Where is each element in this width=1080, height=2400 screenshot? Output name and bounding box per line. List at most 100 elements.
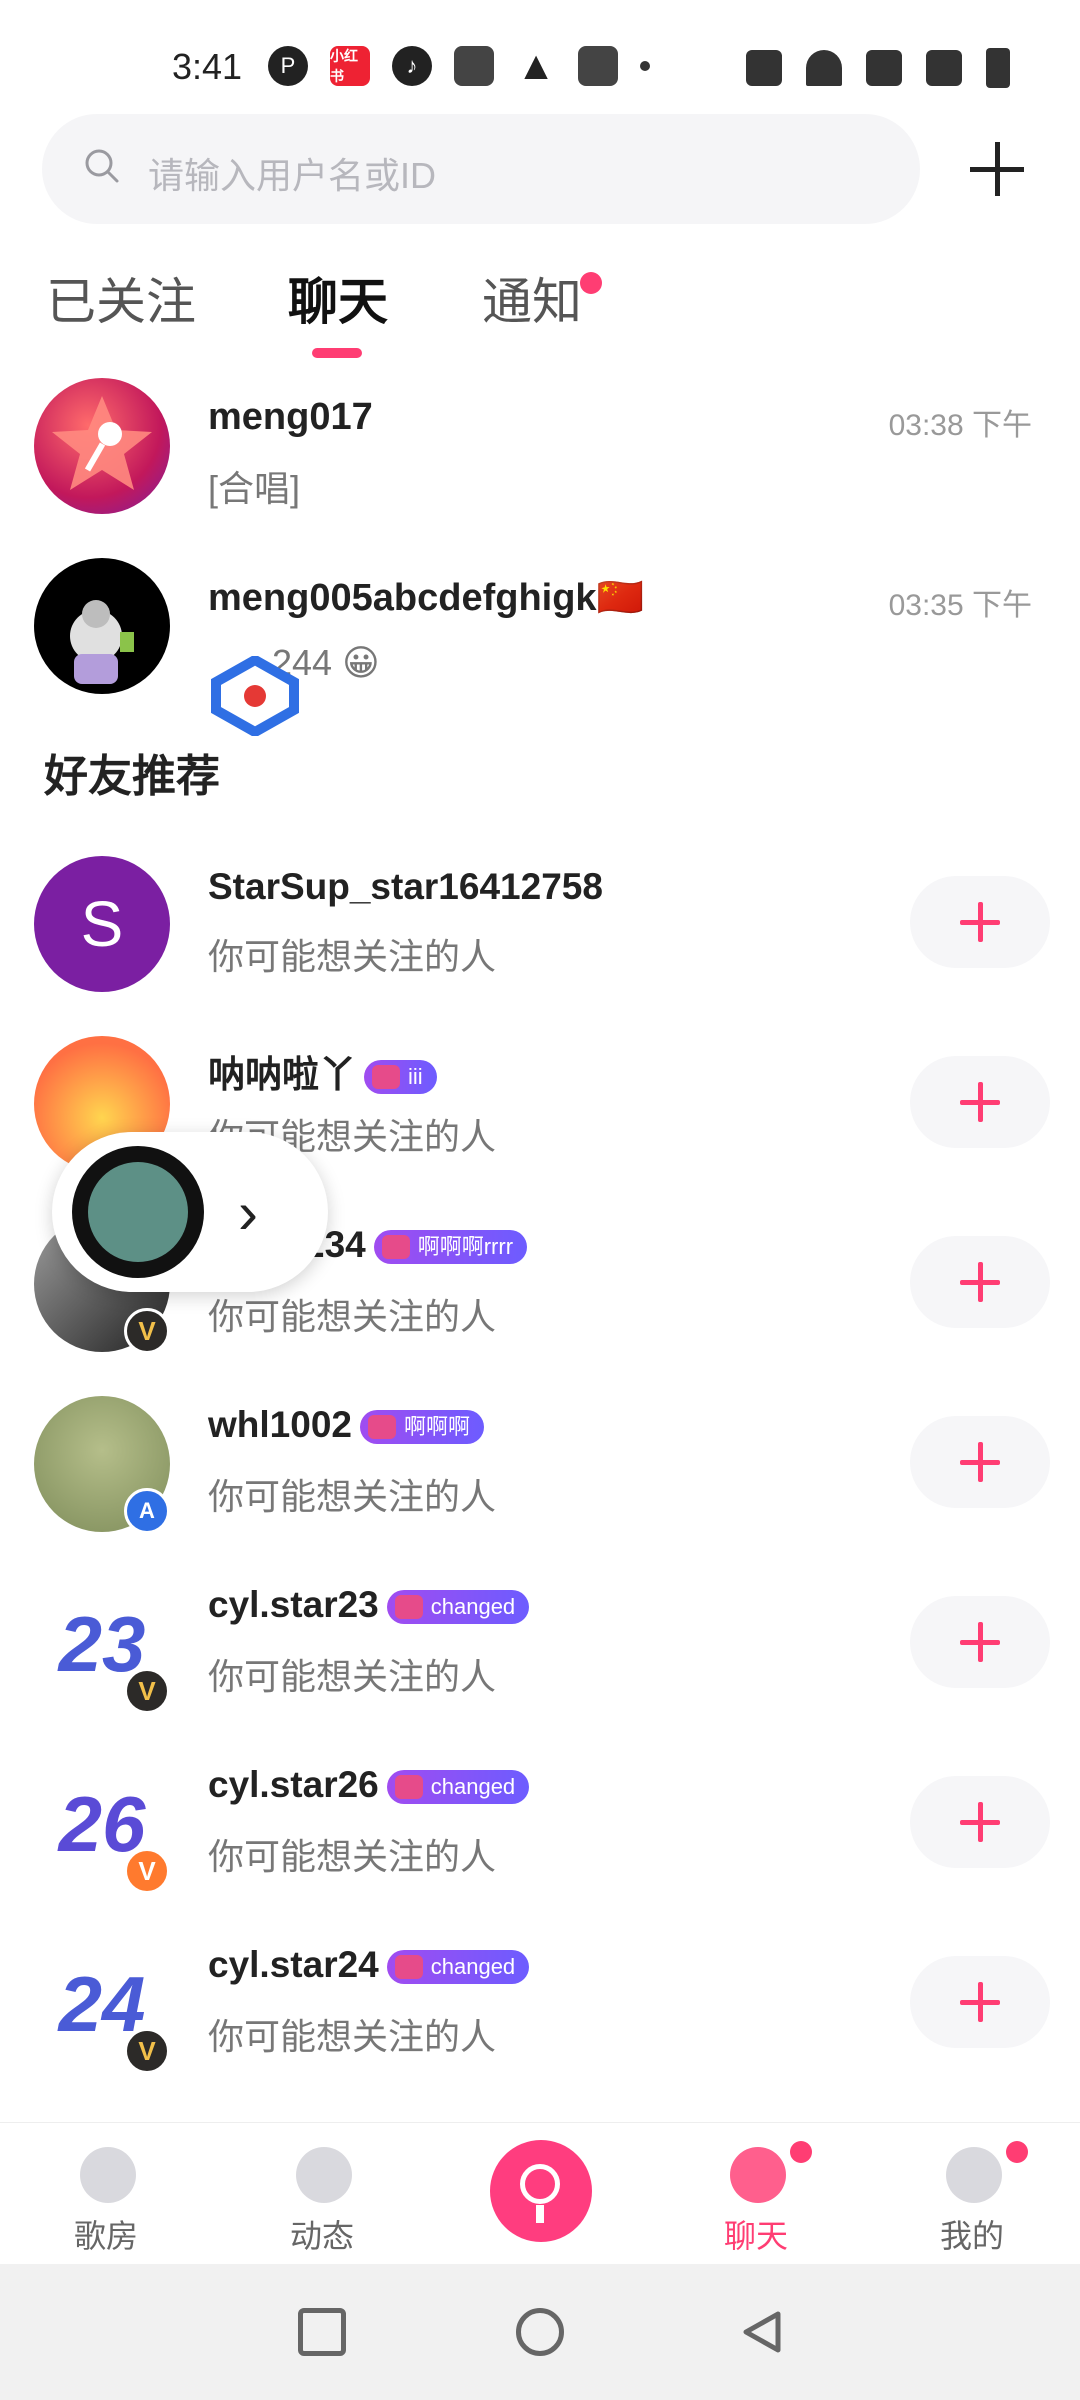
level-badge: changed — [386, 1590, 530, 1625]
wallet-icon — [454, 46, 494, 86]
recommend-name-text: cyl.star26 — [208, 1764, 379, 1805]
star-mic-icon — [52, 396, 152, 490]
sing-center-button[interactable] — [490, 2140, 592, 2242]
no-signal-icon — [926, 50, 962, 86]
badge-label: 啊啊啊 — [403, 1414, 470, 1440]
follow-button[interactable] — [910, 1236, 1050, 1328]
alert-icon: ▲ — [516, 43, 556, 88]
recommend-name-text: StarSup_star16412758 — [208, 866, 603, 907]
recommend-name-text: cyl.star23 — [208, 1584, 379, 1625]
follow-button[interactable] — [910, 1956, 1050, 2048]
status-right-icons — [746, 48, 1010, 88]
verified-badge: V — [124, 2028, 170, 2074]
level-badge: 啊啊啊 — [359, 1410, 484, 1445]
verified-badge: V — [124, 1308, 170, 1354]
recent-apps-icon[interactable] — [298, 2308, 346, 2356]
tab-chat[interactable]: 聊天 — [288, 262, 388, 334]
badge-label: changed — [430, 1954, 516, 1980]
active-tab-indicator — [312, 348, 362, 358]
album-disc-icon — [72, 1146, 204, 1278]
album-cover — [88, 1162, 188, 1262]
group-icon — [367, 1415, 396, 1440]
verified-badge: V — [124, 1848, 170, 1894]
search-input[interactable]: 请输入用户名或ID — [42, 114, 920, 224]
recommend-item[interactable]: A whl1002 啊啊啊 你可能想关注的人 — [0, 1384, 1080, 1564]
status-bar: 3:41 P 小红书 ♪ ▲ — [0, 0, 1080, 120]
badge-label: changed — [430, 1774, 516, 1800]
p-icon: P — [268, 46, 308, 86]
recommend-item[interactable]: 26 V cyl.star26 changed 你可能想关注的人 — [0, 1744, 1080, 1924]
chat-time: 03:35 下午 — [888, 589, 1032, 622]
chat-dot — [790, 2141, 812, 2163]
recommend-subtitle: 你可能想关注的人 — [208, 936, 497, 977]
status-time: 3:41 — [172, 46, 243, 87]
chevron-right-icon[interactable]: › — [238, 1178, 258, 1247]
follow-button[interactable] — [910, 1596, 1050, 1688]
recommend-item[interactable]: 23 V cyl.star23 changed 你可能想关注的人 — [0, 1564, 1080, 1744]
planet-icon — [296, 2147, 352, 2203]
nav-me[interactable]: 我的 — [912, 2123, 1032, 2263]
chat-name: meng005abcdefghigk🇨🇳 — [208, 577, 644, 619]
avatar: S — [34, 856, 170, 992]
app-store-badge-icon: A — [124, 1488, 170, 1534]
recommend-subtitle: 你可能想关注的人 — [208, 1296, 497, 1337]
mic-icon — [520, 2164, 560, 2223]
group-icon — [381, 1235, 410, 1260]
cartoon-avatar-icon — [70, 600, 134, 684]
recommend-item[interactable]: S StarSup_star16412758 你可能想关注的人 — [0, 844, 1080, 1024]
chat-item[interactable]: meng005abcdefghigk🇨🇳 03:35 下午 244 😀 — [0, 556, 1080, 726]
level-badge: changed — [386, 1770, 530, 1805]
recommend-subtitle: 你可能想关注的人 — [208, 2016, 497, 2057]
nav-label: 我的 — [939, 2218, 1004, 2254]
nav-label: 歌房 — [73, 2218, 138, 2254]
floating-music-player[interactable]: › — [52, 1132, 328, 1292]
recommend-name: cyl.star24 changed — [208, 1944, 530, 1986]
nav-label: 聊天 — [723, 2218, 788, 2254]
recommend-name: 234 啊啊啊rrrr — [304, 1224, 528, 1266]
recommend-name: whl1002 啊啊啊 — [208, 1404, 484, 1446]
follow-button[interactable] — [910, 1416, 1050, 1508]
chat-time: 03:38 下午 — [888, 409, 1032, 442]
verified-badge: V — [124, 1668, 170, 1714]
follow-button[interactable] — [910, 1776, 1050, 1868]
wifi-icon — [806, 50, 842, 86]
chat-item[interactable]: meng017 03:38 下午 [合唱] — [0, 376, 1080, 546]
nav-label: 动态 — [289, 2218, 354, 2254]
recommend-name-text: cyl.star24 — [208, 1944, 379, 1985]
badge-label: 啊啊啊rrrr — [417, 1234, 514, 1260]
vibrate-icon — [746, 50, 782, 86]
badge-label: iii — [408, 1064, 423, 1090]
recommend-subtitle: 你可能想关注的人 — [208, 1656, 497, 1697]
recommend-name: cyl.star26 changed — [208, 1764, 530, 1806]
recommend-subtitle: 你可能想关注的人 — [208, 1476, 497, 1517]
nav-chat[interactable]: 聊天 — [696, 2123, 816, 2263]
badge-label: changed — [430, 1594, 516, 1620]
search-icon — [85, 149, 119, 183]
recommend-name: cyl.star23 changed — [208, 1584, 530, 1626]
system-nav-bar — [0, 2264, 1080, 2400]
tab-followed[interactable]: 已关注 — [46, 262, 196, 334]
search-placeholder: 请输入用户名或ID — [148, 155, 437, 196]
home-icon[interactable] — [516, 2308, 564, 2356]
nav-song-room[interactable]: 歌房 — [46, 2123, 166, 2263]
floating-app-logo-icon[interactable] — [210, 656, 300, 736]
nav-moments[interactable]: 动态 — [262, 2123, 382, 2263]
section-title: 好友推荐 — [44, 752, 220, 801]
avatar — [34, 378, 170, 514]
chat-message: [合唱] — [208, 468, 301, 509]
status-left-icons: P 小红书 ♪ ▲ — [268, 43, 650, 88]
recommend-item[interactable]: 24 V cyl.star24 changed 你可能想关注的人 — [0, 1924, 1080, 2104]
song-room-icon — [80, 2147, 136, 2203]
level-badge: iii — [364, 1060, 437, 1095]
follow-button[interactable] — [910, 1056, 1050, 1148]
back-icon[interactable] — [738, 2308, 786, 2356]
chat-name: meng017 — [208, 396, 373, 438]
tab-notifications[interactable]: 通知 — [482, 262, 582, 334]
tab-bar: 已关注 聊天 通知 — [0, 262, 1080, 362]
xiaohongshu-icon: 小红书 — [330, 46, 370, 86]
add-button[interactable] — [962, 134, 1032, 204]
recommend-subtitle: 你可能想关注的人 — [208, 1836, 497, 1877]
notification-dot — [580, 272, 602, 294]
recommend-name: 呐呐啦丫 iii — [208, 1044, 437, 1098]
follow-button[interactable] — [910, 876, 1050, 968]
